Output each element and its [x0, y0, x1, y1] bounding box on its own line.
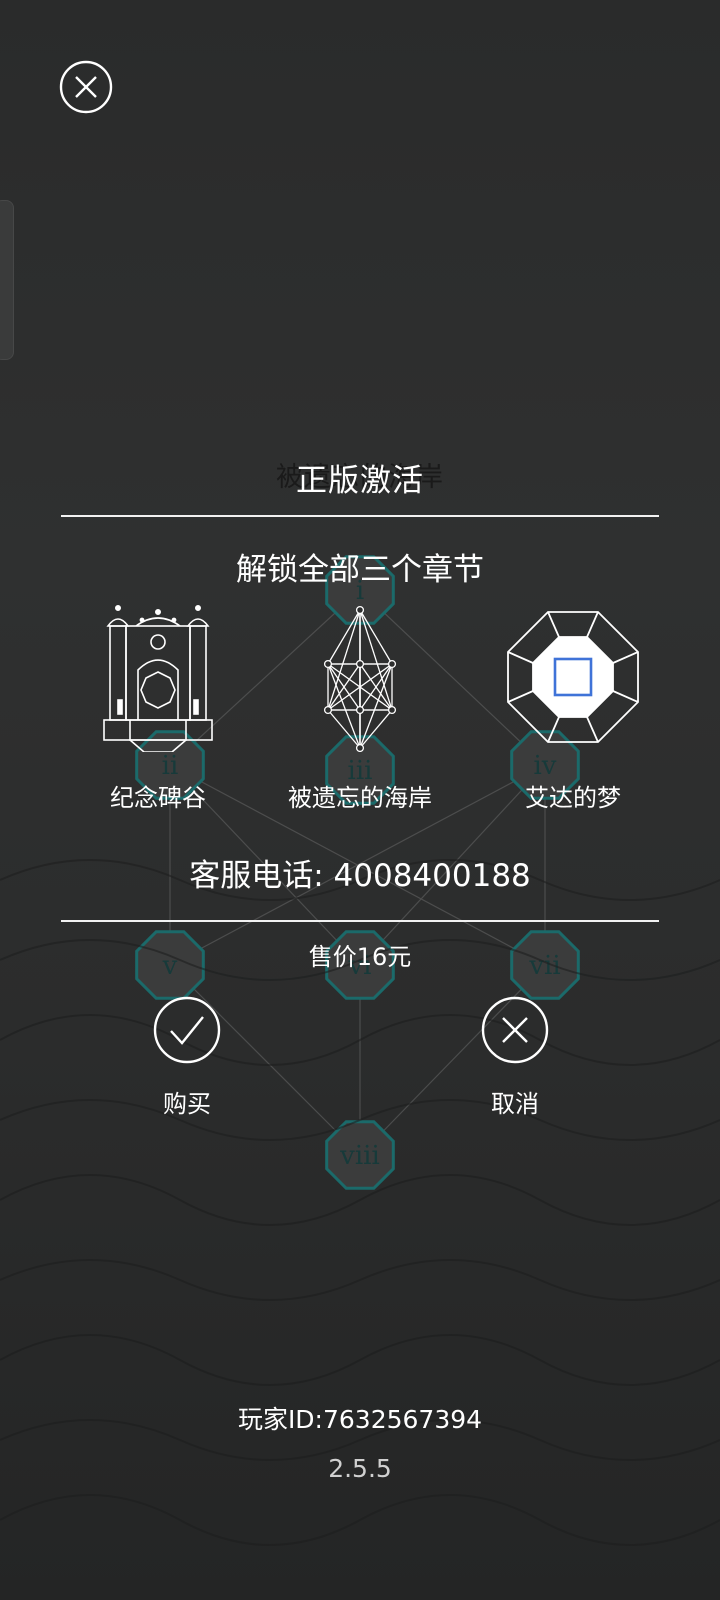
palace-icon: [103, 604, 213, 752]
octagon-square-icon: [507, 611, 639, 743]
close-icon[interactable]: [59, 60, 113, 114]
cancel-button[interactable]: 取消: [455, 996, 575, 1119]
divider: [61, 920, 659, 922]
checkmark-icon[interactable]: [153, 996, 221, 1064]
buy-label: 购买: [163, 1090, 211, 1118]
chapter-forgotten-shores: 被遗忘的海岸: [260, 598, 460, 813]
buy-button[interactable]: 购买: [127, 996, 247, 1119]
divider: [61, 515, 659, 517]
chapter-name: 艾达的梦: [525, 784, 621, 812]
side-drawer-handle[interactable]: [0, 200, 14, 360]
chapter-idas-dream: 艾达的梦: [473, 598, 673, 813]
app-version: 2.5.5: [328, 1454, 392, 1483]
chapter-name: 纪念碑谷: [110, 784, 206, 812]
close-icon[interactable]: [481, 996, 549, 1064]
chapter-name: 被遗忘的海岸: [288, 784, 432, 812]
cancel-label: 取消: [491, 1090, 539, 1118]
customer-service-phone: 客服电话: 4008400188: [189, 858, 531, 894]
chapter-monument-valley: 纪念碑谷: [58, 598, 258, 813]
dialog-subtitle: 解锁全部三个章节: [236, 552, 484, 588]
dialog-title: 正版激活: [296, 463, 424, 499]
price-label: 售价16元: [308, 943, 412, 971]
geometric-network-icon: [323, 605, 397, 752]
player-id: 玩家ID:7632567394: [237, 1405, 483, 1434]
